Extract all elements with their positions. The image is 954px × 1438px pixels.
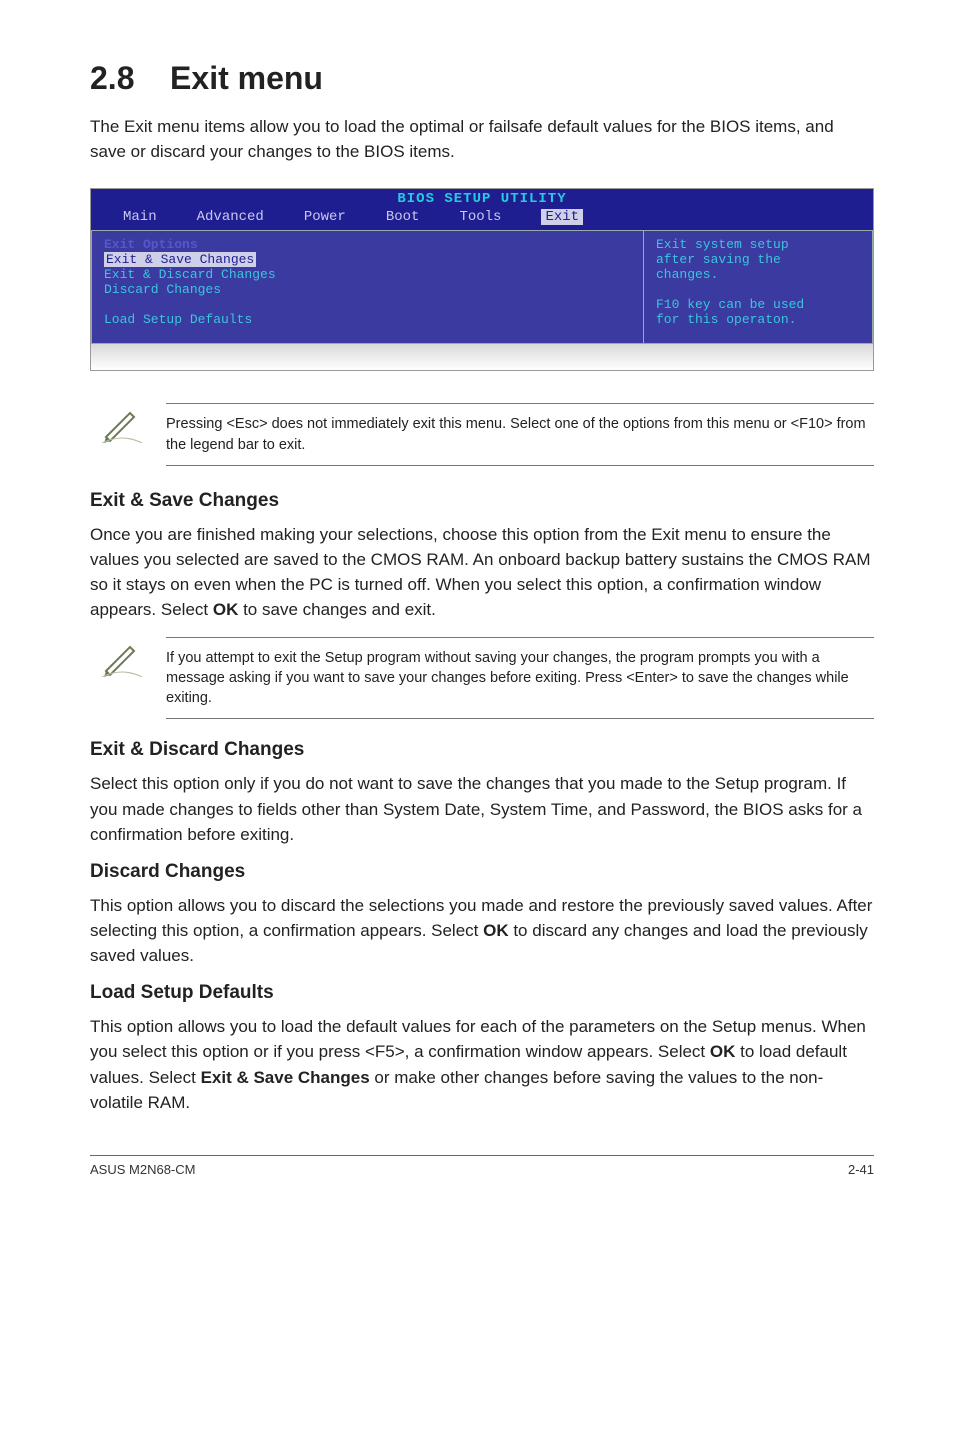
bios-help-line: changes. xyxy=(656,267,860,282)
bios-left-pane: Exit Options Exit & Save ChangesExit & D… xyxy=(91,230,643,344)
bios-window-title: BIOS SETUP UTILITY xyxy=(91,191,873,207)
para-exit-save: Once you are finished making your select… xyxy=(90,522,874,623)
bios-shadow xyxy=(91,344,873,370)
bios-help-line: Exit system setup xyxy=(656,237,860,252)
bios-tab: Exit xyxy=(541,209,583,225)
subheading-discard: Discard Changes xyxy=(90,861,874,883)
footer-page-number: 2-41 xyxy=(848,1162,874,1177)
bios-menu-item xyxy=(104,297,631,312)
bios-right-pane: Exit system setupafter saving thechanges… xyxy=(643,230,873,344)
bold-ok: OK xyxy=(213,600,239,619)
lead-paragraph: The Exit menu items allow you to load th… xyxy=(90,115,874,164)
section-number: 2.8 xyxy=(90,60,134,96)
subheading-exit-save: Exit & Save Changes xyxy=(90,490,874,512)
bios-body: Exit Options Exit & Save ChangesExit & D… xyxy=(91,230,873,344)
bold-ok: OK xyxy=(483,921,509,940)
bios-help-line: for this operaton. xyxy=(656,312,860,327)
pencil-note-icon xyxy=(100,403,144,443)
subheading-exit-discard: Exit & Discard Changes xyxy=(90,739,874,761)
note-row: If you attempt to exit the Setup program… xyxy=(100,637,874,720)
text-run: Once you are finished making your select… xyxy=(90,525,871,619)
bios-help-line: after saving the xyxy=(656,252,860,267)
bold-ok: OK xyxy=(710,1042,736,1061)
bios-tab: Tools xyxy=(459,209,501,225)
bios-help-line xyxy=(656,282,860,297)
note-text: If you attempt to exit the Setup program… xyxy=(166,637,874,720)
section-title: Exit menu xyxy=(170,60,323,96)
bios-menu-item: Exit & Save Changes xyxy=(104,252,631,267)
note-text: Pressing <Esc> does not immediately exit… xyxy=(166,403,874,466)
bios-tab-row: Main Advanced Power Boot Tools Exit xyxy=(91,209,873,225)
exit-options-heading: Exit Options xyxy=(104,237,631,252)
para-load-defaults: This option allows you to load the defau… xyxy=(90,1014,874,1115)
page-footer: ASUS M2N68-CM 2-41 xyxy=(90,1155,874,1177)
bios-screenshot: BIOS SETUP UTILITY Main Advanced Power Boot… xyxy=(90,188,874,371)
bios-tab: Advanced xyxy=(197,209,264,225)
bios-menu-item: Discard Changes xyxy=(104,282,631,297)
note-row: Pressing <Esc> does not immediately exit… xyxy=(100,403,874,466)
bios-title-bar: BIOS SETUP UTILITY Main Advanced Power Boot… xyxy=(91,189,873,230)
bios-menu-item: Exit & Discard Changes xyxy=(104,267,631,282)
bios-tab: Boot xyxy=(386,209,420,225)
pencil-note-icon xyxy=(100,637,144,677)
para-exit-discard: Select this option only if you do not wa… xyxy=(90,771,874,846)
text-run: to save changes and exit. xyxy=(238,600,436,619)
bold-exit-save: Exit & Save Changes xyxy=(201,1068,370,1087)
footer-product: ASUS M2N68-CM xyxy=(90,1162,195,1177)
section-heading: 2.8 Exit menu xyxy=(90,60,874,97)
bios-tab: Power xyxy=(304,209,346,225)
subheading-load-defaults: Load Setup Defaults xyxy=(90,982,874,1004)
bios-help-line: F10 key can be used xyxy=(656,297,860,312)
bios-menu-item: Load Setup Defaults xyxy=(104,312,631,327)
para-discard: This option allows you to discard the se… xyxy=(90,893,874,968)
bios-tab: Main xyxy=(123,209,157,225)
